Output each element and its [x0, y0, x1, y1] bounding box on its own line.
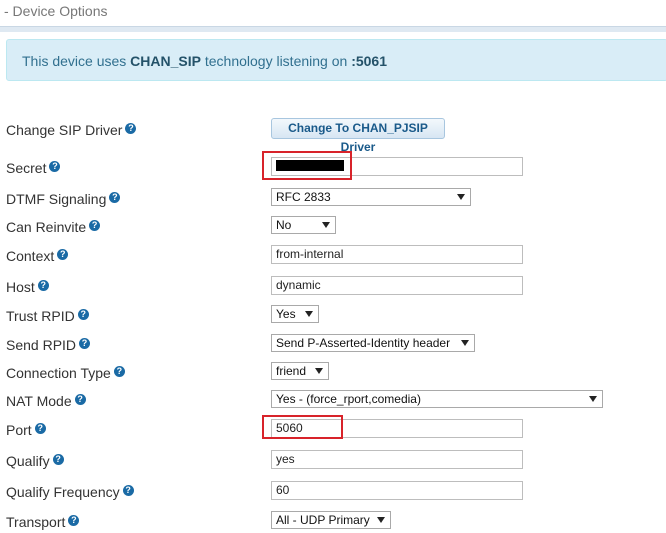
reinvite-label-text: Can Reinvite: [6, 219, 87, 235]
send-rpid-select-value: Send P-Asserted-Identity header: [276, 336, 451, 350]
nat-mode-select-value: Yes - (force_rport,comedia): [276, 392, 421, 406]
qualify-frequency-input[interactable]: 60: [271, 481, 523, 500]
trust-rpid-select[interactable]: Yes: [271, 305, 319, 323]
send-rpid-select[interactable]: Send P-Asserted-Identity header: [271, 334, 475, 352]
dtmf-label: DTMF Signaling?: [6, 191, 121, 207]
transport-select-value: All - UDP Primary: [276, 513, 370, 527]
info-middle: technology listening on: [200, 53, 352, 69]
transport-select[interactable]: All - UDP Primary: [271, 511, 391, 529]
port-label: Port?: [6, 422, 46, 438]
info-port: :5061: [351, 53, 387, 69]
question-circle-icon[interactable]: ?: [77, 309, 89, 320]
info-prefix: This device uses: [22, 53, 131, 69]
section-title: - Device Options: [4, 3, 108, 19]
info-tech: CHAN_SIP: [130, 53, 201, 69]
question-circle-icon[interactable]: ?: [68, 515, 80, 526]
connection-type-select-value: friend: [276, 364, 307, 378]
send-rpid-label-text: Send RPID: [6, 337, 77, 353]
chevron-down-icon: [461, 340, 469, 346]
qualify-frequency-label: Qualify Frequency?: [6, 484, 134, 500]
transport-label: Transport?: [6, 514, 80, 530]
nat-mode-select[interactable]: Yes - (force_rport,comedia): [271, 390, 603, 408]
chevron-down-icon: [457, 194, 465, 200]
qualify-input[interactable]: yes: [271, 450, 523, 469]
context-label-text: Context: [6, 248, 55, 264]
trust-rpid-label: Trust RPID?: [6, 308, 89, 324]
trust-rpid-label-text: Trust RPID: [6, 308, 75, 324]
chevron-down-icon: [589, 396, 597, 402]
question-circle-icon[interactable]: ?: [37, 280, 49, 291]
question-circle-icon[interactable]: ?: [125, 123, 137, 134]
secret-label: Secret?: [6, 160, 61, 176]
chevron-down-icon: [377, 517, 385, 523]
chevron-down-icon: [322, 222, 330, 228]
chevron-down-icon: [305, 311, 313, 317]
info-alert: This device uses CHAN_SIP technology lis…: [6, 39, 666, 81]
question-circle-icon[interactable]: ?: [113, 366, 125, 377]
dtmf-select[interactable]: RFC 2833: [271, 188, 471, 206]
change-driver-button[interactable]: Change To CHAN_PJSIP Driver: [271, 118, 445, 154]
transport-label-text: Transport: [6, 514, 66, 530]
highlight-box-port: [262, 415, 343, 439]
connection-type-select[interactable]: friend: [271, 362, 329, 380]
question-circle-icon[interactable]: ?: [79, 338, 91, 349]
nat-mode-label: NAT Mode?: [6, 393, 86, 409]
context-label: Context?: [6, 248, 69, 264]
question-circle-icon[interactable]: ?: [57, 249, 69, 260]
connection-type-label: Connection Type?: [6, 365, 125, 381]
question-circle-icon[interactable]: ?: [109, 192, 121, 203]
reinvite-select-value: No: [276, 218, 292, 232]
port-label-text: Port: [6, 422, 32, 438]
qualify-label: Qualify?: [6, 453, 64, 469]
connection-type-label-text: Connection Type: [6, 365, 111, 381]
change-driver-label-text: Change SIP Driver: [6, 122, 123, 138]
reinvite-select[interactable]: No: [271, 216, 336, 234]
trust-rpid-select-value: Yes: [276, 307, 296, 321]
change-driver-label: Change SIP Driver?: [6, 122, 137, 138]
qualify-label-text: Qualify: [6, 453, 50, 469]
question-circle-icon[interactable]: ?: [122, 485, 134, 496]
question-circle-icon[interactable]: ?: [34, 423, 46, 434]
secret-label-text: Secret: [6, 160, 47, 176]
section-divider: [0, 26, 666, 32]
host-label: Host?: [6, 279, 49, 295]
highlight-box-secret: [262, 151, 352, 180]
host-label-text: Host: [6, 279, 35, 295]
reinvite-label: Can Reinvite?: [6, 219, 101, 235]
question-circle-icon[interactable]: ?: [74, 394, 86, 405]
chevron-down-icon: [315, 368, 323, 374]
host-input[interactable]: dynamic: [271, 276, 523, 295]
question-circle-icon[interactable]: ?: [52, 454, 64, 465]
question-circle-icon[interactable]: ?: [49, 161, 61, 172]
dtmf-label-text: DTMF Signaling: [6, 191, 107, 207]
context-input[interactable]: from-internal: [271, 245, 523, 264]
info-text: This device uses CHAN_SIP technology lis…: [22, 53, 387, 69]
dtmf-select-value: RFC 2833: [276, 190, 331, 204]
qualify-frequency-label-text: Qualify Frequency: [6, 484, 120, 500]
question-circle-icon[interactable]: ?: [89, 220, 101, 231]
nat-mode-label-text: NAT Mode: [6, 393, 72, 409]
send-rpid-label: Send RPID?: [6, 337, 91, 353]
